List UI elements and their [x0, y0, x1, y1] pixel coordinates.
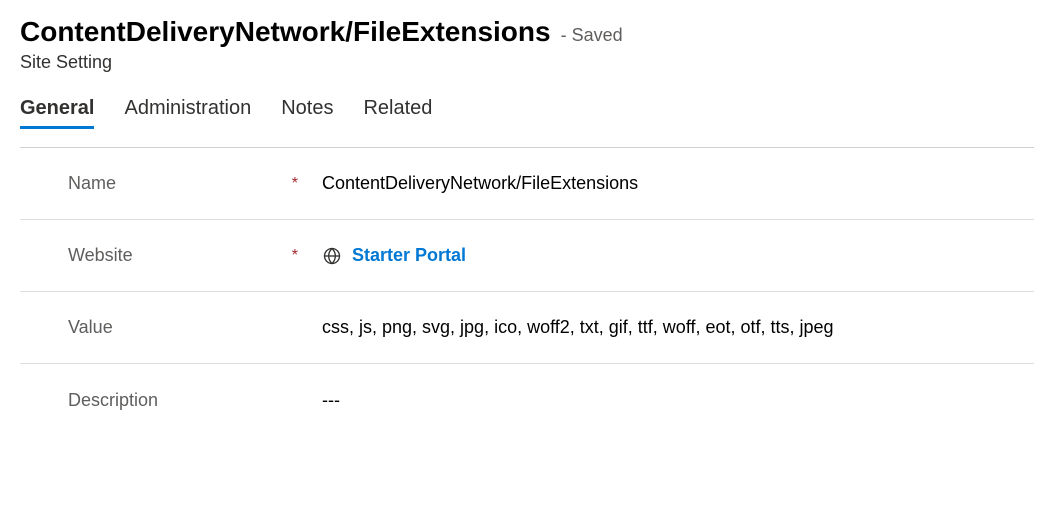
website-label: Website: [68, 245, 133, 266]
website-field[interactable]: Starter Portal: [318, 245, 1024, 266]
field-row-website: Website * Starter Portal: [20, 220, 1034, 292]
name-field[interactable]: ContentDeliveryNetwork/FileExtensions: [318, 173, 1024, 194]
field-row-description: Description ---: [20, 364, 1034, 436]
description-field[interactable]: ---: [318, 390, 1024, 411]
website-link[interactable]: Starter Portal: [352, 245, 466, 266]
value-field[interactable]: css, js, png, svg, jpg, ico, woff2, txt,…: [318, 317, 1024, 338]
globe-icon: [322, 246, 342, 266]
required-indicator: *: [292, 175, 298, 193]
description-label: Description: [68, 390, 158, 411]
page-header: ContentDeliveryNetwork/FileExtensions - …: [20, 16, 1034, 73]
required-indicator: *: [292, 247, 298, 265]
tab-notes[interactable]: Notes: [281, 97, 333, 129]
name-value: ContentDeliveryNetwork/FileExtensions: [322, 173, 638, 194]
tab-related[interactable]: Related: [363, 97, 432, 129]
tab-general[interactable]: General: [20, 97, 94, 129]
field-row-name: Name * ContentDeliveryNetwork/FileExtens…: [20, 148, 1034, 220]
entity-subtitle: Site Setting: [20, 52, 1034, 73]
page-title: ContentDeliveryNetwork/FileExtensions: [20, 16, 551, 48]
description-text: ---: [322, 390, 340, 411]
value-label: Value: [68, 317, 113, 338]
tab-administration[interactable]: Administration: [124, 97, 251, 129]
value-text: css, js, png, svg, jpg, ico, woff2, txt,…: [322, 317, 834, 338]
form-panel: Name * ContentDeliveryNetwork/FileExtens…: [20, 147, 1034, 436]
save-status: - Saved: [561, 25, 623, 46]
name-label: Name: [68, 173, 116, 194]
field-row-value: Value css, js, png, svg, jpg, ico, woff2…: [20, 292, 1034, 364]
tab-bar: General Administration Notes Related: [20, 97, 1034, 129]
